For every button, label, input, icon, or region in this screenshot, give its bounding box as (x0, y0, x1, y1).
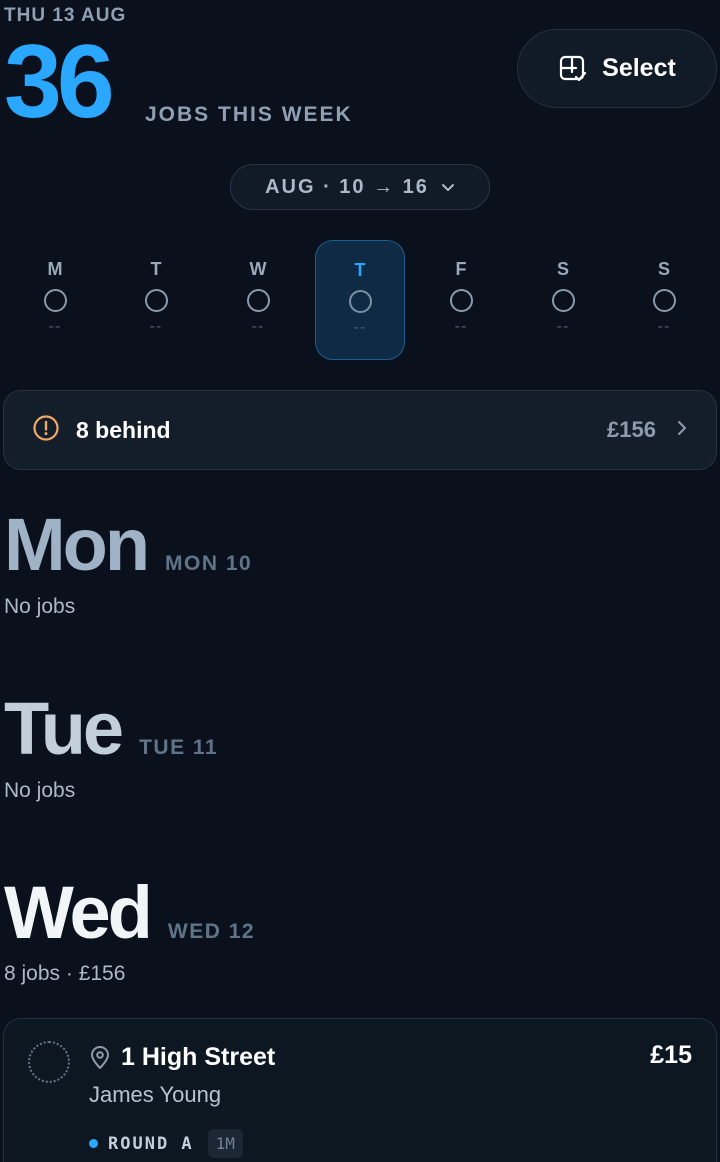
day-date: MON 10 (165, 552, 253, 575)
map-pin-icon (90, 1046, 110, 1075)
select-button[interactable]: Select (517, 29, 717, 108)
day-value: -- (556, 318, 570, 335)
select-button-label: Select (602, 54, 676, 82)
day-selector-sat[interactable]: S -- (518, 240, 608, 360)
job-customer: James Young (89, 1082, 222, 1107)
day-heading-tue: Tue TUE 11 (4, 692, 218, 766)
day-progress-ring (246, 289, 270, 312)
day-progress-ring (43, 289, 67, 312)
day-letter: M (47, 259, 63, 279)
day-value: -- (353, 319, 367, 336)
day-selector-sun[interactable]: S -- (619, 240, 709, 360)
behind-amount: £156 (607, 417, 656, 442)
day-title: Wed (4, 871, 153, 954)
day-letter: T (354, 260, 366, 280)
behind-count: 8 behind (76, 416, 171, 443)
week-range-label: AUG · 10 → 16 (265, 175, 429, 198)
day-letter: F (455, 259, 467, 279)
day-letter: S (556, 259, 569, 279)
day-letter: S (657, 259, 670, 279)
day-value: -- (48, 318, 62, 335)
weekly-job-count-label: JOBS THIS WEEK (145, 103, 353, 126)
jobs-week-screen: THU 13 AUG 36 JOBS THIS WEEK Select AUG … (0, 0, 720, 1162)
weekly-job-count: 36 (4, 24, 115, 140)
job-card[interactable]: 1 High Street £15 James Young ROUND A 1M (3, 1018, 717, 1162)
week-day-strip: M -- T -- W -- T -- F -- S -- S -- (4, 240, 716, 360)
day-selector-fri[interactable]: F -- (416, 240, 506, 360)
day-progress-ring (348, 290, 372, 313)
day-heading-mon: Mon MON 10 (4, 508, 252, 582)
day-title: Tue (4, 687, 124, 770)
chevron-down-icon (441, 176, 455, 199)
day-selector-wed[interactable]: W -- (213, 240, 303, 360)
grid-check-icon (558, 54, 588, 84)
day-value: -- (251, 318, 265, 335)
day-progress-ring (551, 289, 575, 312)
round-color-dot (89, 1139, 98, 1148)
day-selector-tue[interactable]: T -- (111, 240, 201, 360)
day-date: WED 12 (167, 920, 256, 943)
day-title: Mon (4, 503, 150, 586)
week-range-dropdown[interactable]: AUG · 10 → 16 (230, 164, 490, 210)
day-letter: W (249, 259, 267, 279)
behind-jobs-card[interactable]: 8 behind £156 (3, 390, 717, 470)
day-summary: 8 jobs · £156 (4, 962, 126, 985)
day-selector-thu[interactable]: T -- (315, 240, 405, 360)
day-summary: No jobs (4, 779, 76, 802)
day-value: -- (454, 318, 468, 335)
day-value: -- (657, 318, 671, 335)
day-progress-ring (144, 289, 168, 312)
job-round: ROUND A (108, 1133, 194, 1154)
day-value: -- (149, 318, 163, 335)
job-tags: ROUND A 1M (89, 1129, 243, 1158)
day-progress-ring (449, 289, 473, 312)
day-selector-mon[interactable]: M -- (10, 240, 100, 360)
day-progress-ring (652, 289, 676, 312)
day-summary: No jobs (4, 595, 76, 618)
day-letter: T (150, 259, 162, 279)
job-price: £15 (650, 1041, 692, 1069)
warning-circle-icon (32, 414, 60, 447)
day-date: TUE 11 (139, 736, 219, 759)
job-address: 1 High Street (121, 1043, 276, 1071)
job-frequency-badge: 1M (207, 1129, 243, 1158)
day-heading-wed: Wed WED 12 (4, 876, 255, 950)
job-complete-toggle[interactable] (28, 1041, 70, 1083)
chevron-right-icon (676, 419, 688, 442)
